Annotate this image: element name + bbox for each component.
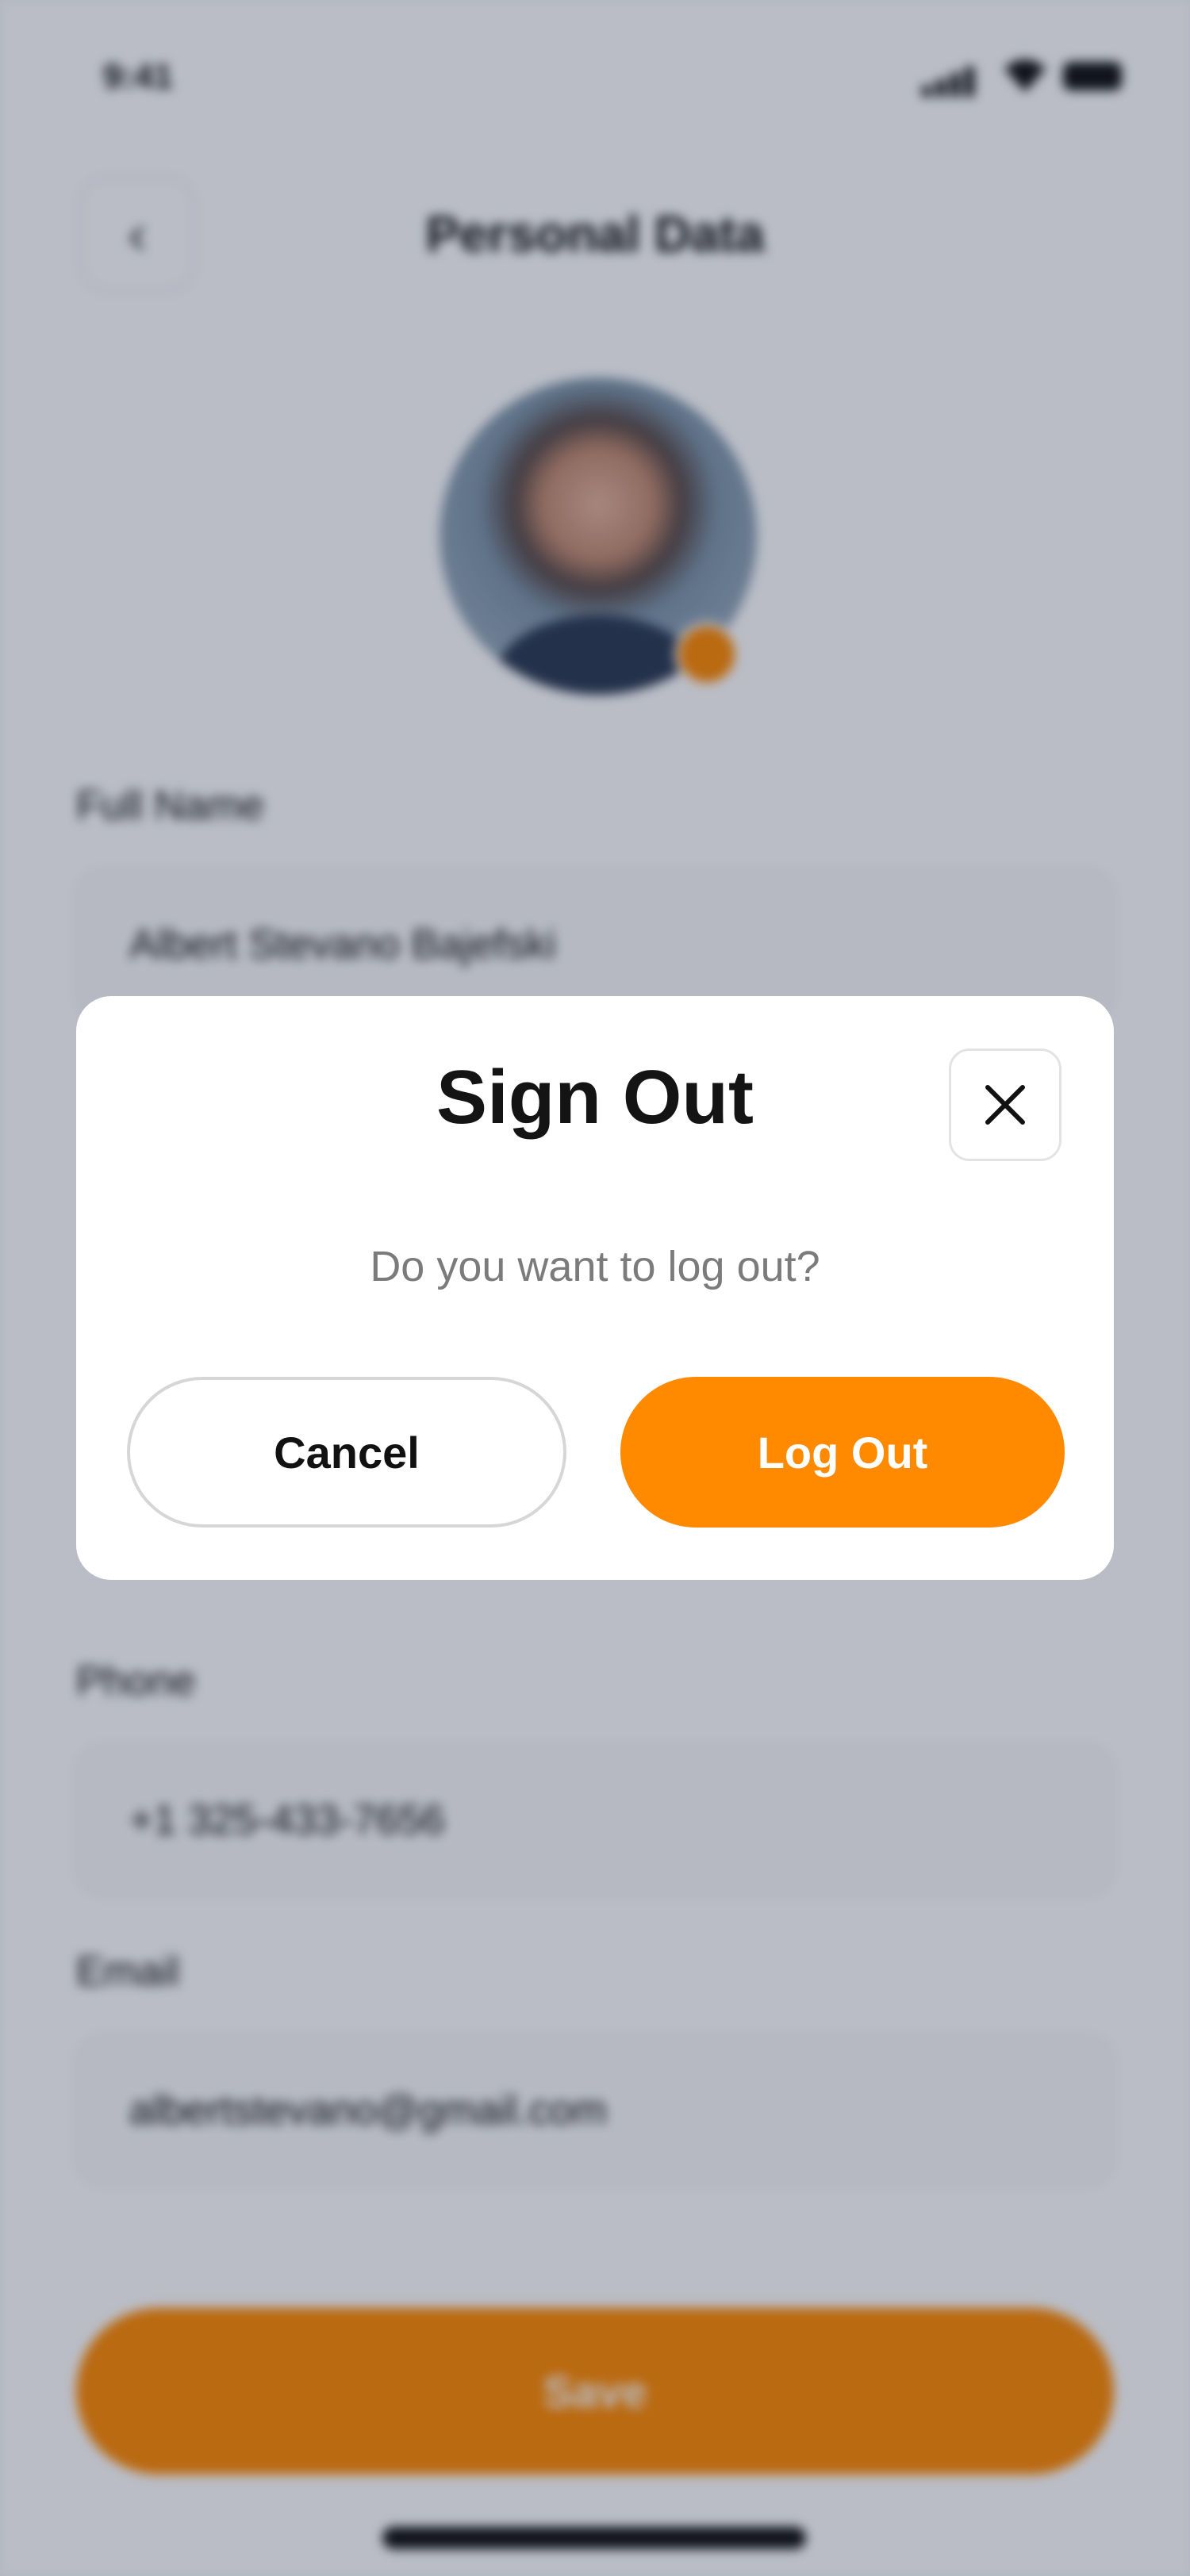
sign-out-dialog: Sign Out Do you want to log out? Cancel … [76,996,1114,1580]
dialog-message: Do you want to log out? [370,1243,820,1290]
close-icon [985,1085,1025,1125]
cancel-button[interactable]: Cancel [127,1377,566,1528]
log-out-button[interactable]: Log Out [620,1377,1065,1528]
close-button[interactable] [949,1048,1061,1161]
